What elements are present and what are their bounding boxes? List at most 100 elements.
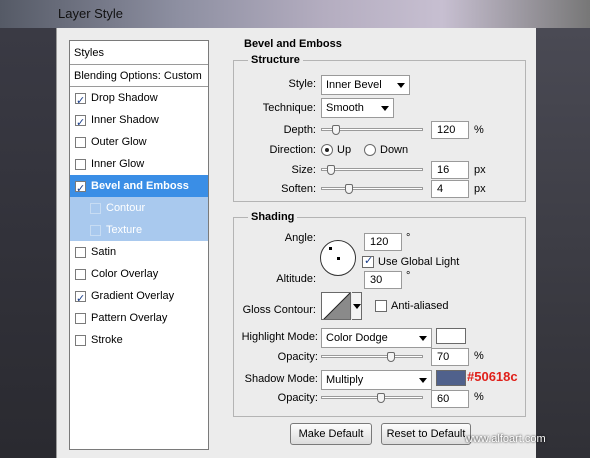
- style-item-contour[interactable]: Contour: [70, 197, 208, 219]
- chevron-down-icon: [419, 378, 427, 383]
- style-item-label: Bevel and Emboss: [91, 180, 189, 192]
- reset-to-default-button[interactable]: Reset to Default: [381, 423, 471, 445]
- angle-field[interactable]: 120: [364, 233, 402, 251]
- style-checkbox[interactable]: [75, 112, 86, 134]
- style-checkbox[interactable]: [75, 90, 86, 112]
- watermark: www.alfoart.com: [465, 433, 546, 445]
- altitude-label: Altitude:: [276, 273, 316, 285]
- highlight-opacity-track[interactable]: [321, 355, 423, 358]
- depth-field[interactable]: 120: [431, 121, 469, 139]
- style-checkbox[interactable]: [75, 246, 86, 258]
- direction-up-radio[interactable]: [321, 144, 333, 156]
- style-item-inner-glow[interactable]: Inner Glow: [70, 153, 208, 175]
- altitude-field[interactable]: 30: [364, 271, 402, 289]
- angle-center-dot: [337, 257, 340, 260]
- angle-dial[interactable]: [320, 240, 356, 276]
- soften-slider-thumb[interactable]: [344, 184, 353, 194]
- technique-select[interactable]: Smooth: [321, 98, 394, 118]
- direction-up-label: Up: [337, 144, 352, 156]
- altitude-unit: °: [406, 270, 411, 282]
- size-slider-thumb[interactable]: [327, 165, 336, 175]
- make-default-button[interactable]: Make Default: [290, 423, 372, 445]
- style-item-gradient-overlay[interactable]: Gradient Overlay: [70, 285, 208, 310]
- window-title: Layer Style: [58, 6, 124, 21]
- style-checkbox[interactable]: [75, 178, 86, 200]
- shadow-opacity-label: Opacity:: [277, 392, 318, 404]
- global-light-checkbox[interactable]: [362, 254, 374, 268]
- highlight-mode-select[interactable]: Color Dodge: [321, 328, 432, 348]
- style-item-color-overlay[interactable]: Color Overlay: [70, 263, 208, 285]
- chevron-down-icon: [381, 106, 389, 111]
- gloss-contour-preview[interactable]: [321, 292, 351, 320]
- highlight-opacity-label: Opacity:: [277, 351, 318, 363]
- style-item-label: Inner Glow: [91, 158, 145, 170]
- gloss-contour-label: Gloss Contour:: [242, 304, 316, 316]
- highlight-opacity-field[interactable]: 70: [431, 348, 469, 366]
- styles-list: Drop Shadow Inner Shadow Outer Glow Inner G…: [70, 87, 208, 351]
- style-item-label: Gradient Overlay: [91, 290, 175, 302]
- shadow-opacity-unit: %: [474, 391, 484, 403]
- antialiased-label: Anti-aliased: [391, 300, 449, 312]
- style-item-stroke[interactable]: Stroke: [70, 329, 208, 351]
- structure-title: Structure: [248, 54, 303, 66]
- angle-handle[interactable]: [329, 247, 332, 250]
- direction-down-label: Down: [380, 144, 409, 156]
- shadow-mode-select[interactable]: Multiply: [321, 370, 432, 390]
- style-item-label: Pattern Overlay: [91, 312, 168, 324]
- section-title: Bevel and Emboss: [244, 38, 342, 50]
- direction-down-radio[interactable]: [364, 144, 376, 156]
- highlight-opacity-thumb[interactable]: [386, 352, 395, 362]
- shadow-mode-label: Shadow Mode:: [244, 373, 318, 385]
- highlight-opacity-unit: %: [474, 350, 484, 362]
- style-checkbox[interactable]: [75, 312, 86, 324]
- soften-slider-track[interactable]: [321, 187, 423, 190]
- depth-label: Depth:: [283, 124, 316, 136]
- shadow-opacity-track[interactable]: [321, 396, 423, 399]
- contour-curve-icon: [323, 293, 350, 319]
- chevron-down-icon: [397, 83, 405, 88]
- style-select-value: Inner Bevel: [326, 79, 382, 91]
- style-checkbox[interactable]: [75, 288, 86, 310]
- style-select[interactable]: Inner Bevel: [321, 75, 410, 95]
- style-item-pattern-overlay[interactable]: Pattern Overlay: [70, 307, 208, 329]
- antialiased-checkbox[interactable]: [375, 300, 387, 312]
- style-item-label: Inner Shadow: [91, 114, 159, 126]
- size-slider-track[interactable]: [321, 168, 423, 171]
- background-strip-right: [536, 28, 590, 458]
- soften-field[interactable]: 4: [431, 180, 469, 198]
- global-light-label: Use Global Light: [378, 256, 460, 268]
- highlight-mode-label: Highlight Mode:: [241, 331, 318, 343]
- shadow-opacity-field[interactable]: 60: [431, 390, 469, 408]
- shadow-color-swatch[interactable]: [436, 370, 466, 386]
- highlight-color-swatch[interactable]: [436, 328, 466, 344]
- style-item-texture[interactable]: Texture: [70, 219, 208, 241]
- styles-header[interactable]: Styles: [70, 41, 208, 65]
- style-checkbox[interactable]: [90, 202, 101, 214]
- shadow-color-annotation: #50618c: [467, 369, 518, 384]
- depth-slider-thumb[interactable]: [332, 125, 341, 135]
- style-item-outer-glow[interactable]: Outer Glow: [70, 131, 208, 153]
- size-label: Size:: [291, 164, 316, 176]
- style-label: Style:: [288, 78, 316, 90]
- styles-panel: Styles Blending Options: Custom Drop Sha…: [69, 40, 209, 450]
- style-item-inner-shadow[interactable]: Inner Shadow: [70, 109, 208, 134]
- shadow-opacity-thumb[interactable]: [377, 393, 386, 403]
- style-item-drop-shadow[interactable]: Drop Shadow: [70, 87, 208, 112]
- style-item-bevel-and-emboss[interactable]: Bevel and Emboss: [70, 175, 208, 200]
- style-checkbox[interactable]: [75, 268, 86, 280]
- blending-options-item[interactable]: Blending Options: Custom: [70, 65, 208, 87]
- gloss-contour-dropdown[interactable]: [352, 292, 362, 320]
- direction-label: Direction:: [269, 144, 316, 156]
- background-strip-left: [0, 28, 56, 458]
- layer-style-dialog: Styles Blending Options: Custom Drop Sha…: [56, 28, 536, 458]
- structure-group: Structure Style: Inner Bevel Technique: …: [233, 54, 526, 202]
- style-checkbox[interactable]: [75, 136, 86, 148]
- style-item-label: Outer Glow: [91, 136, 147, 148]
- size-field[interactable]: 16: [431, 161, 469, 179]
- style-item-satin[interactable]: Satin: [70, 241, 208, 263]
- style-checkbox[interactable]: [75, 158, 86, 170]
- style-item-label: Drop Shadow: [91, 92, 158, 104]
- depth-unit: %: [474, 124, 484, 136]
- style-checkbox[interactable]: [75, 334, 86, 346]
- style-checkbox[interactable]: [90, 224, 101, 236]
